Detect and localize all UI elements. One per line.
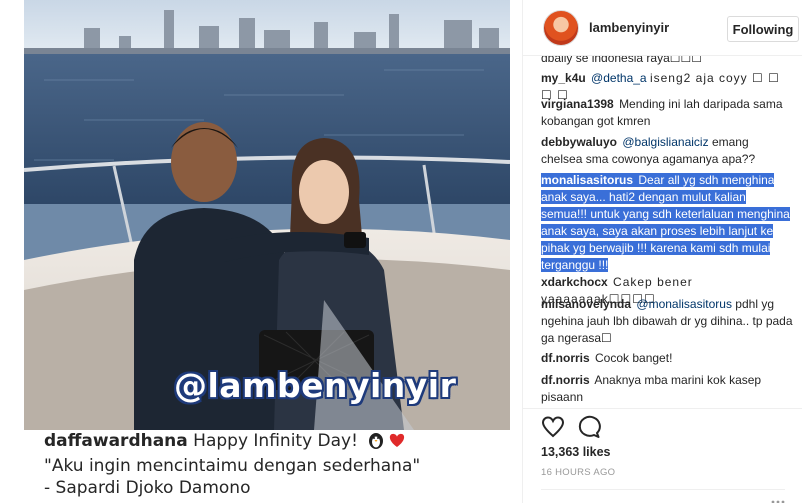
following-button[interactable]: Following: [727, 16, 799, 42]
comment-icon: [578, 415, 601, 438]
post-caption: daffawardhana Happy Infinity Day! "Aku i…: [24, 430, 510, 503]
list-item-highlighted: monalisasitorus Dear all yg sdh menghina…: [541, 172, 793, 274]
list-item: dbally se indonesia raya☐☐☐: [541, 56, 793, 67]
list-item: df.norris Anaknya mba marini kok kasep p…: [541, 372, 793, 406]
comment-username[interactable]: milsanovelynda: [541, 297, 631, 311]
comment-mention[interactable]: @monalisasitorus: [636, 297, 732, 311]
comment-username[interactable]: df.norris: [541, 373, 590, 387]
more-icon[interactable]: [771, 495, 785, 503]
like-button[interactable]: [541, 415, 565, 439]
comments-list[interactable]: dbally se indonesia raya☐☐☐ my_k4u @deth…: [523, 56, 802, 408]
comment-username[interactable]: virgiana1398: [541, 97, 614, 111]
comment-text: Cocok banget!: [595, 351, 673, 365]
avatar[interactable]: [543, 10, 579, 46]
header-username[interactable]: lambenyinyir: [589, 20, 669, 35]
comment-username[interactable]: monalisasitorus: [541, 173, 633, 187]
instagram-post-view: @lambenyinyir daffawardhana Happy Infini…: [0, 0, 802, 503]
comment-username[interactable]: debbywaluyo: [541, 135, 617, 149]
divider: [541, 489, 785, 490]
list-item: milsanovelynda @monalisasitorus pdhl yg …: [541, 296, 793, 347]
likes-count[interactable]: 13,363 likes: [541, 445, 611, 459]
post-actions: 13,363 likes 16 HOURS AGO: [523, 408, 802, 503]
comment-button[interactable]: [577, 415, 601, 439]
comment-text: Dear all yg sdh menghina anak saya... ha…: [541, 173, 790, 272]
side-panel: lambenyinyir Following dbally se indones…: [522, 0, 802, 503]
comment-username[interactable]: df.norris: [541, 351, 590, 365]
list-item: debbywaluyo @balgislianaiciz emang chels…: [541, 134, 793, 168]
heart-icon: [541, 416, 565, 438]
comment-mention[interactable]: @balgislianaiciz: [622, 135, 708, 149]
list-item: virgiana1398 Mending ini lah daripada sa…: [541, 96, 793, 130]
post-header: lambenyinyir Following: [523, 0, 802, 56]
watermark-text: @lambenyinyir: [174, 366, 457, 405]
comment-text: dbally se indonesia raya☐☐☐: [541, 56, 703, 65]
post-timestamp: 16 HOURS AGO: [541, 467, 616, 478]
more-dots-icon: [771, 500, 785, 503]
comment-mention[interactable]: @detha_a: [591, 71, 647, 85]
caption-emoji: [367, 431, 409, 455]
comment-username[interactable]: xdarkchocx: [541, 275, 608, 289]
caption-line-2: "Aku ingin mencintaimu dengan sederhana": [44, 456, 421, 476]
list-item: df.norris Cocok banget!: [541, 350, 793, 367]
caption-text: Happy Infinity Day!: [193, 431, 358, 451]
post-photo[interactable]: @lambenyinyir: [24, 0, 510, 430]
caption-line-1: daffawardhana Happy Infinity Day!: [44, 430, 510, 455]
caption-username[interactable]: daffawardhana: [44, 431, 188, 451]
selected-comment: monalisasitorus Dear all yg sdh menghina…: [541, 173, 790, 272]
comment-username[interactable]: my_k4u: [541, 71, 586, 85]
penguin-heart-emoji-icon: [369, 433, 405, 449]
caption-line-3: - Sapardi Djoko Damono: [44, 478, 251, 498]
